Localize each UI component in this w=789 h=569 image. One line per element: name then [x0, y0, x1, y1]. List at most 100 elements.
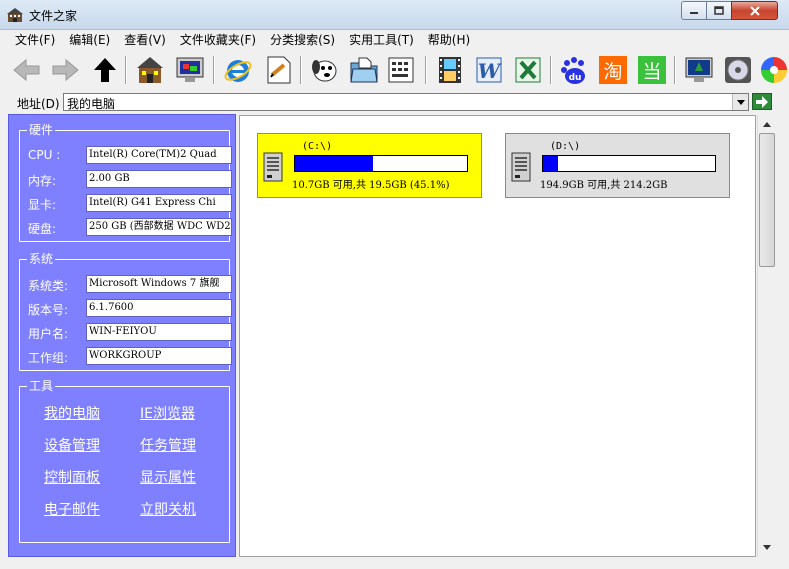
word-button[interactable]: W [473, 54, 505, 86]
field-label: 版本号: [28, 303, 69, 317]
forward-button[interactable] [49, 54, 81, 86]
go-arrow-icon [756, 95, 768, 108]
monitor-icon [176, 57, 204, 82]
display-button[interactable] [683, 54, 715, 86]
taobao-button[interactable]: 淘 [597, 54, 629, 86]
tool-task-manager-link[interactable]: 任务管理 [140, 435, 196, 455]
drive-tile-d[interactable]: (D:\) 194.9GB 可用,共 214.2GB [505, 133, 730, 198]
disk-field[interactable]: 250 GB (西部数据 WDC WD2 [86, 218, 232, 236]
svg-text:du: du [569, 73, 582, 83]
menu-favorites[interactable]: 文件收藏夹(F) [173, 30, 263, 50]
system-group: 系统 系统类: Microsoft Windows 7 旗舰 版本号: 6.1.… [19, 252, 233, 371]
house-icon [137, 57, 163, 83]
menu-tools[interactable]: 实用工具(T) [342, 30, 421, 50]
gpu-field[interactable]: Intel(R) G41 Express Chi [86, 194, 232, 212]
address-value[interactable]: 我的电脑 [67, 95, 115, 112]
username-field[interactable]: WIN-FEIYOU [86, 323, 232, 341]
folder-icon [350, 57, 378, 83]
drive-label: (C:\) [302, 141, 333, 152]
usage-bar [294, 155, 468, 172]
version-field[interactable]: 6.1.7600 [86, 299, 232, 317]
cpu-field[interactable]: Intel(R) Core(TM)2 Quad [86, 146, 232, 164]
drive-label: (D:\) [550, 141, 581, 152]
tool-control-panel-link[interactable]: 控制面板 [44, 467, 100, 487]
menu-view[interactable]: 查看(V) [117, 30, 173, 50]
username-row: 用户名: WIN-FEIYOU [28, 323, 233, 341]
folder-button[interactable] [348, 54, 380, 86]
field-label: 工作组: [28, 351, 69, 365]
dangdang-icon: 当 [638, 56, 666, 84]
arrow-down-icon [763, 544, 771, 550]
window-title: 文件之家 [29, 9, 78, 23]
film-button[interactable] [434, 54, 466, 86]
menu-search[interactable]: 分类搜索(S) [263, 30, 342, 50]
color-icon [761, 57, 787, 83]
menu-file[interactable]: 文件(F) [8, 30, 62, 50]
hard-drive-icon [511, 152, 531, 182]
gpu-row: 显卡: Intel(R) G41 Express Chi [28, 194, 233, 212]
svg-text:W: W [478, 59, 503, 83]
up-arrow-icon [94, 58, 116, 82]
back-button[interactable] [11, 54, 43, 86]
field-label: 系统类: [28, 279, 69, 293]
close-button[interactable] [731, 1, 778, 20]
scroll-down-button[interactable] [759, 539, 775, 555]
tool-display-properties-link[interactable]: 显示属性 [140, 467, 196, 487]
dangdang-button[interactable]: 当 [636, 54, 668, 86]
tool-ie-browser-link[interactable]: IE浏览器 [140, 403, 195, 423]
minimize-icon [690, 11, 698, 14]
ie-button[interactable] [222, 54, 254, 86]
baidu-icon: du [561, 57, 585, 84]
menu-edit[interactable]: 编辑(E) [62, 30, 117, 50]
title-bar: 文件之家 [0, 0, 789, 30]
address-bar: 地址(D) 我的电脑 [0, 90, 789, 114]
drive-tile-c[interactable]: (C:\) 10.7GB 可用,共 19.5GB (45.1%) [257, 133, 482, 198]
close-icon [749, 5, 760, 16]
usage-bar-fill [295, 156, 373, 171]
cd-button[interactable] [722, 54, 754, 86]
tool-my-computer-link[interactable]: 我的电脑 [44, 403, 100, 423]
baidu-button[interactable]: du [558, 54, 590, 86]
scroll-up-button[interactable] [759, 116, 775, 132]
excel-button[interactable] [512, 54, 544, 86]
tool-device-manager-link[interactable]: 设备管理 [44, 435, 100, 455]
notepad-button[interactable] [262, 54, 294, 86]
tools-group: 工具 我的电脑 IE浏览器 设备管理 任务管理 控制面板 显示属性 电子邮件 立… [19, 379, 230, 543]
window-bottom-border [0, 557, 789, 569]
arrow-up-icon [763, 121, 771, 127]
maximize-button[interactable] [706, 1, 732, 20]
address-combobox[interactable]: 我的电脑 [63, 93, 749, 111]
field-label: 内存: [28, 174, 57, 188]
cpu-row: CPU : Intel(R) Core(TM)2 Quad [28, 146, 233, 164]
word-icon: W [476, 57, 503, 83]
vertical-scrollbar[interactable] [757, 115, 775, 557]
tool-email-link[interactable]: 电子邮件 [44, 499, 100, 519]
workgroup-field[interactable]: WORKGROUP [86, 347, 232, 365]
os-row: 系统类: Microsoft Windows 7 旗舰 [28, 275, 233, 293]
ie-icon [224, 60, 252, 82]
usage-bar-fill [543, 156, 559, 171]
address-dropdown-button[interactable] [732, 94, 748, 110]
hardware-group-title: 硬件 [27, 123, 56, 137]
excel-icon [515, 57, 541, 83]
field-label: CPU : [28, 148, 61, 162]
memory-row: 内存: 2.00 GB [28, 170, 233, 188]
scroll-thumb[interactable] [759, 133, 775, 267]
go-button[interactable] [752, 93, 772, 110]
my-computer-button[interactable] [174, 54, 206, 86]
field-label: 用户名: [28, 327, 69, 341]
tools-group-title: 工具 [27, 379, 56, 393]
tool-shutdown-link[interactable]: 立即关机 [140, 499, 196, 519]
disk-row: 硬盘: 250 GB (西部数据 WDC WD2 [28, 218, 233, 236]
minimize-button[interactable] [681, 1, 707, 20]
home-button[interactable] [134, 54, 166, 86]
menu-help[interactable]: 帮助(H) [421, 30, 477, 50]
dog-button[interactable] [309, 54, 341, 86]
info-panel: 硬件 CPU : Intel(R) Core(TM)2 Quad 内存: 2.0… [8, 114, 236, 557]
keyboard-button[interactable] [385, 54, 417, 86]
up-button[interactable] [89, 54, 121, 86]
memory-field[interactable]: 2.00 GB [86, 170, 232, 188]
svg-text:淘: 淘 [603, 61, 622, 83]
color-button[interactable] [758, 54, 789, 86]
os-field[interactable]: Microsoft Windows 7 旗舰 [86, 275, 232, 293]
